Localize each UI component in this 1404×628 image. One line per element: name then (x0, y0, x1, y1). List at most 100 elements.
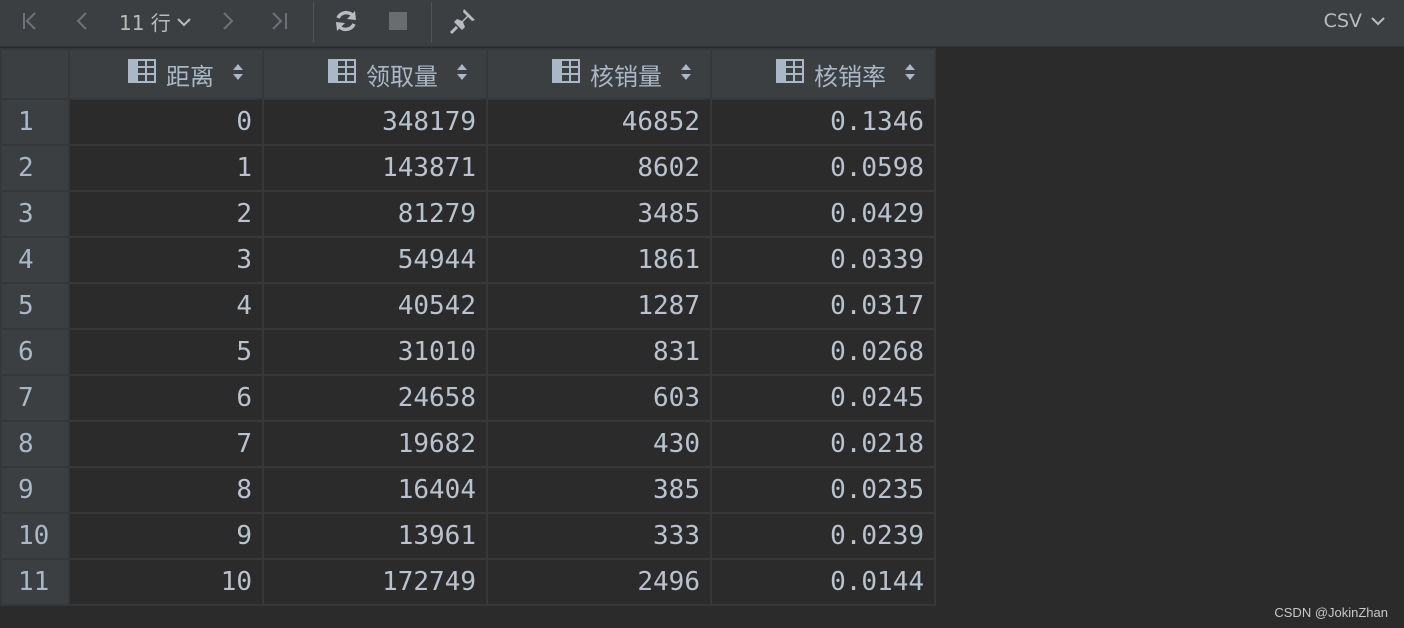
table-cell[interactable]: 333 (486, 512, 712, 560)
column-header-label: 核销率 (814, 62, 886, 91)
table-body: 1 0 348179 46852 0.1346 2 1 143871 8602 0.0598 3 2 8… (0, 98, 936, 606)
table-cell[interactable]: 8602 (486, 144, 712, 192)
table-row[interactable]: 10 9 13961 333 0.0239 (0, 512, 936, 560)
table-cell[interactable]: 172749 (262, 558, 488, 606)
refresh-icon[interactable] (330, 6, 362, 36)
row-number[interactable]: 4 (0, 236, 70, 284)
pin-icon[interactable] (446, 6, 480, 36)
next-page-icon[interactable] (214, 6, 242, 36)
row-count-selector[interactable]: 11 行 (119, 8, 192, 35)
table-cell[interactable]: 0.0268 (710, 328, 936, 376)
table-cell[interactable]: 19682 (262, 420, 488, 468)
table-cell[interactable]: 4 (68, 282, 264, 330)
row-number[interactable]: 7 (0, 374, 70, 422)
table-cell[interactable]: 3 (68, 236, 264, 284)
table-cell[interactable]: 430 (486, 420, 712, 468)
table-cell[interactable]: 7 (68, 420, 264, 468)
table-cell[interactable]: 0.0317 (710, 282, 936, 330)
table-column-icon (776, 59, 804, 89)
column-header-redemption-rate[interactable]: 核销率 (710, 48, 936, 100)
column-header-received[interactable]: 领取量 (262, 48, 488, 100)
table-row[interactable]: 2 1 143871 8602 0.0598 (0, 144, 936, 192)
last-page-icon[interactable] (264, 6, 294, 36)
sort-icon[interactable] (904, 60, 916, 88)
column-header-redeemed[interactable]: 核销量 (486, 48, 712, 100)
table-cell[interactable]: 0.0429 (710, 190, 936, 238)
row-number[interactable]: 2 (0, 144, 70, 192)
table-row[interactable]: 1 0 348179 46852 0.1346 (0, 98, 936, 146)
table-cell[interactable]: 13961 (262, 512, 488, 560)
table-cell[interactable]: 0.0239 (710, 512, 936, 560)
chevron-down-icon (1370, 10, 1386, 32)
table-cell[interactable]: 0 (68, 98, 264, 146)
row-number[interactable]: 3 (0, 190, 70, 238)
table-cell[interactable]: 3485 (486, 190, 712, 238)
column-header-label: 领取量 (366, 62, 438, 91)
table-cell[interactable]: 31010 (262, 328, 488, 376)
table-cell[interactable]: 8 (68, 466, 264, 514)
previous-page-icon[interactable] (68, 6, 96, 36)
sort-icon[interactable] (680, 60, 692, 88)
table-cell[interactable]: 0.0245 (710, 374, 936, 422)
watermark: CSDN @JokinZhan (1274, 605, 1388, 620)
column-header-distance[interactable]: 距离 (68, 48, 264, 100)
table-cell[interactable]: 143871 (262, 144, 488, 192)
table-column-icon (552, 59, 580, 89)
result-viewer: 11 行 CSV 距离 领取量 核销量 核销率 1 0 348179 46852… (0, 0, 1404, 628)
row-number[interactable]: 9 (0, 466, 70, 514)
table-cell[interactable]: 1861 (486, 236, 712, 284)
table-cell[interactable]: 46852 (486, 98, 712, 146)
table-cell[interactable]: 348179 (262, 98, 488, 146)
sort-icon[interactable] (456, 60, 468, 88)
corner-cell[interactable] (0, 48, 70, 100)
table-cell[interactable]: 1 (68, 144, 264, 192)
export-format-selector[interactable]: CSV (1324, 8, 1386, 34)
result-table: 距离 领取量 核销量 核销率 1 0 348179 46852 0.1346 2… (0, 48, 936, 606)
table-row[interactable]: 9 8 16404 385 0.0235 (0, 466, 936, 514)
table-cell[interactable]: 9 (68, 512, 264, 560)
table-row[interactable]: 11 10 172749 2496 0.0144 (0, 558, 936, 606)
table-cell[interactable]: 0.0339 (710, 236, 936, 284)
table-cell[interactable]: 385 (486, 466, 712, 514)
table-row[interactable]: 5 4 40542 1287 0.0317 (0, 282, 936, 330)
first-page-icon[interactable] (16, 6, 44, 36)
table-row[interactable]: 8 7 19682 430 0.0218 (0, 420, 936, 468)
table-cell[interactable]: 2 (68, 190, 264, 238)
table-row[interactable]: 6 5 31010 831 0.0268 (0, 328, 936, 376)
table-column-icon (328, 59, 356, 89)
row-number[interactable]: 10 (0, 512, 70, 560)
row-number[interactable]: 8 (0, 420, 70, 468)
column-header-label: 距离 (166, 62, 214, 91)
table-cell[interactable]: 0.1346 (710, 98, 936, 146)
row-number[interactable]: 1 (0, 98, 70, 146)
row-count-label: 11 行 (119, 10, 171, 35)
export-format-label: CSV (1323, 10, 1362, 32)
sort-icon[interactable] (232, 60, 244, 88)
table-cell[interactable]: 81279 (262, 190, 488, 238)
table-cell[interactable]: 1287 (486, 282, 712, 330)
row-number[interactable]: 11 (0, 558, 70, 606)
table-cell[interactable]: 0.0598 (710, 144, 936, 192)
table-cell[interactable]: 831 (486, 328, 712, 376)
table-cell[interactable]: 0.0144 (710, 558, 936, 606)
table-cell[interactable]: 0.0235 (710, 466, 936, 514)
table-row[interactable]: 3 2 81279 3485 0.0429 (0, 190, 936, 238)
table-cell[interactable]: 16404 (262, 466, 488, 514)
table-cell[interactable]: 10 (68, 558, 264, 606)
table-cell[interactable]: 54944 (262, 236, 488, 284)
table-cell[interactable]: 40542 (262, 282, 488, 330)
table-cell[interactable]: 5 (68, 328, 264, 376)
toolbar-divider (431, 2, 432, 42)
table-cell[interactable]: 0.0218 (710, 420, 936, 468)
table-row[interactable]: 4 3 54944 1861 0.0339 (0, 236, 936, 284)
table-cell[interactable]: 2496 (486, 558, 712, 606)
table-row[interactable]: 7 6 24658 603 0.0245 (0, 374, 936, 422)
toolbar-divider (313, 2, 314, 42)
table-cell[interactable]: 6 (68, 374, 264, 422)
table-cell[interactable]: 24658 (262, 374, 488, 422)
table-cell[interactable]: 603 (486, 374, 712, 422)
row-number[interactable]: 5 (0, 282, 70, 330)
stop-icon[interactable] (384, 6, 412, 36)
row-number[interactable]: 6 (0, 328, 70, 376)
column-header-label: 核销量 (590, 62, 662, 91)
